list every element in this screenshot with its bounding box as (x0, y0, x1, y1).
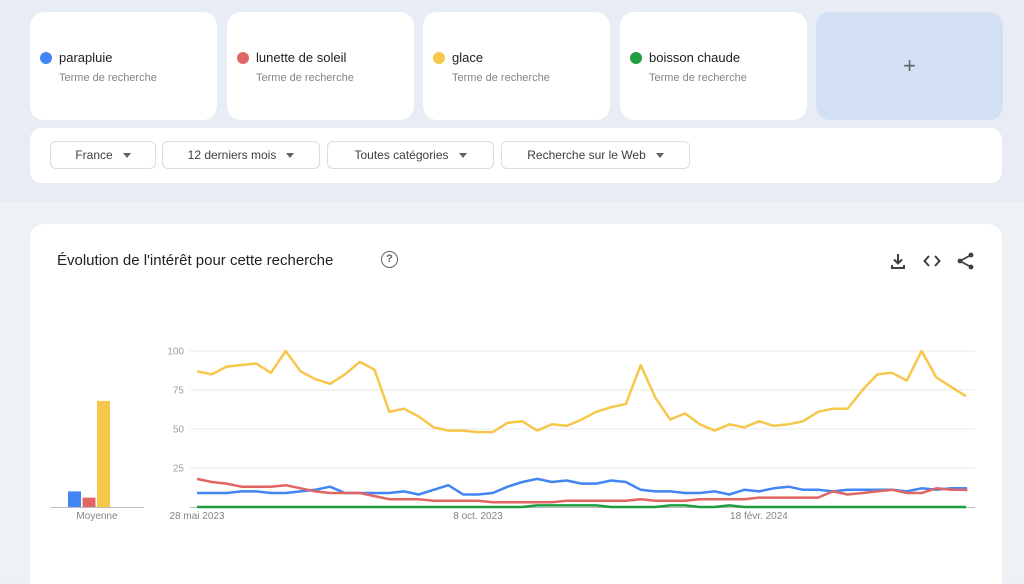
color-dot-icon (433, 52, 445, 64)
search-type-filter-dropdown[interactable]: Recherche sur le Web (501, 141, 690, 169)
add-term-button[interactable]: + (816, 12, 1003, 120)
download-button[interactable] (887, 250, 909, 272)
category-filter-dropdown[interactable]: Toutes catégories (327, 141, 494, 169)
term-card-glace[interactable]: glace Terme de recherche (423, 12, 610, 120)
term-card-boisson-chaude[interactable]: boisson chaude Terme de recherche (620, 12, 807, 120)
term-type-label: Terme de recherche (59, 72, 157, 84)
caret-down-icon (458, 152, 467, 158)
time-range-filter-dropdown[interactable]: 12 derniers mois (162, 141, 320, 169)
term-type-label: Terme de recherche (256, 72, 354, 84)
term-type-label: Terme de recherche (452, 72, 550, 84)
plus-icon: + (903, 53, 916, 78)
embed-code-icon (923, 255, 941, 267)
help-icon[interactable]: ? (381, 251, 398, 268)
term-card-lunette-de-soleil[interactable]: lunette de soleil Terme de recherche (227, 12, 414, 120)
download-icon (891, 254, 905, 269)
filter-bar: France 12 derniers mois Toutes catégorie… (30, 128, 1002, 183)
color-dot-icon (630, 52, 642, 64)
chart-title: Évolution de l'intérêt pour cette recher… (57, 252, 334, 269)
filter-label: Recherche sur le Web (527, 148, 646, 162)
term-card-parapluie[interactable]: parapluie Terme de recherche (30, 12, 217, 120)
caret-down-icon (286, 152, 295, 158)
filter-label: 12 derniers mois (187, 148, 277, 162)
interest-over-time-card: Évolution de l'intérêt pour cette recher… (30, 224, 1002, 584)
share-button[interactable] (955, 250, 977, 272)
caret-down-icon (122, 152, 131, 158)
embed-button[interactable] (921, 250, 943, 272)
region-filter-dropdown[interactable]: France (50, 141, 156, 169)
color-dot-icon (237, 52, 249, 64)
term-label: glace (452, 50, 484, 65)
term-type-label: Terme de recherche (649, 72, 747, 84)
term-label: boisson chaude (649, 50, 741, 65)
term-label: parapluie (59, 50, 113, 65)
term-label: lunette de soleil (256, 50, 347, 65)
filter-label: Toutes catégories (354, 148, 449, 162)
share-icon (957, 252, 974, 270)
color-dot-icon (40, 52, 52, 64)
caret-down-icon (655, 152, 664, 158)
filter-label: France (75, 148, 113, 162)
